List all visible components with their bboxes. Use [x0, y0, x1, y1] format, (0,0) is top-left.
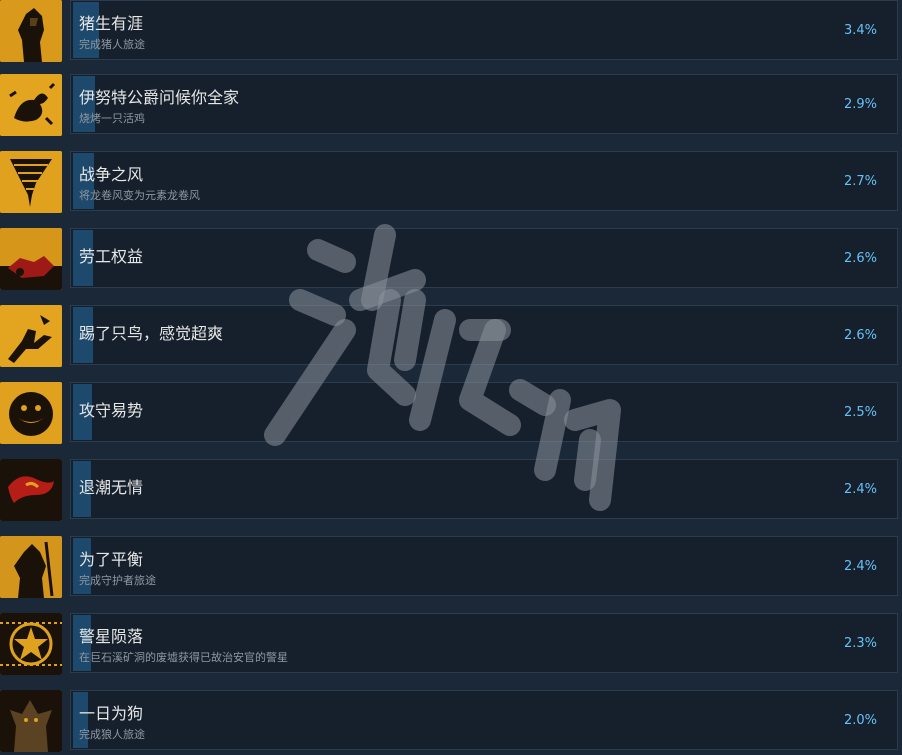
achievement-panel: 战争之风将龙卷风变为元素龙卷风 2.7%: [70, 151, 898, 211]
achievement-row[interactable]: 警星陨落在巨石溪矿洞的废墟获得已故治安官的警星 2.3%: [0, 613, 902, 683]
achievement-row[interactable]: 一日为狗完成狼人旅途 2.0%: [0, 690, 902, 755]
achievement-panel: 警星陨落在巨石溪矿洞的废墟获得已故治安官的警星 2.3%: [70, 613, 898, 673]
achievement-description: 完成狼人旅途: [79, 728, 145, 741]
achievement-title: 攻守易势: [79, 401, 144, 420]
beast-head-icon: [0, 382, 62, 444]
unlock-percent: 2.0%: [843, 713, 877, 728]
tornado-icon: [0, 151, 62, 213]
unlock-percent: 2.9%: [843, 97, 877, 112]
red-wave-icon: [0, 459, 62, 521]
achievement-title: 警星陨落: [79, 627, 144, 646]
sheriff-star-icon: [0, 613, 62, 675]
achievement-row[interactable]: 猪生有涯完成猪人旅途 3.4%: [0, 0, 902, 70]
achievement-panel: 劳工权益 2.6%: [70, 228, 898, 288]
achievement-title: 伊努特公爵问候你全家: [79, 88, 240, 107]
achievement-row[interactable]: 为了平衡完成守护者旅途 2.4%: [0, 536, 902, 606]
achievement-panel: 攻守易势 2.5%: [70, 382, 898, 442]
unlock-percent: 2.4%: [843, 559, 877, 574]
kick-bird-icon: [0, 305, 62, 367]
achievement-row[interactable]: 退潮无情 2.4%: [0, 459, 902, 529]
broken-machine-icon: [0, 228, 62, 290]
achievement-description: 将龙卷风变为元素龙卷风: [79, 189, 200, 202]
achievement-row[interactable]: 踢了只鸟，感觉超爽 2.6%: [0, 305, 902, 375]
achievement-panel: 猪生有涯完成猪人旅途 3.4%: [70, 0, 898, 60]
unlock-percent: 2.5%: [843, 405, 877, 420]
achievement-title: 为了平衡: [79, 550, 144, 569]
achievement-panel: 踢了只鸟，感觉超爽 2.6%: [70, 305, 898, 365]
achievement-title: 一日为狗: [79, 704, 144, 723]
achievement-panel: 伊努特公爵问候你全家烧烤一只活鸡 2.9%: [70, 74, 898, 134]
burning-chicken-icon: [0, 74, 62, 136]
achievement-title: 退潮无情: [79, 478, 144, 497]
achievement-description: 完成守护者旅途: [79, 574, 156, 587]
achievement-panel: 退潮无情 2.4%: [70, 459, 898, 519]
unlock-percent: 2.3%: [843, 636, 877, 651]
achievement-panel: 一日为狗完成狼人旅途 2.0%: [70, 690, 898, 750]
guardian-warrior-icon: [0, 536, 62, 598]
achievement-title: 劳工权益: [79, 247, 144, 266]
unlock-percent: 2.6%: [843, 251, 877, 266]
achievement-title: 踢了只鸟，感觉超爽: [79, 324, 224, 343]
achievement-description: 烧烤一只活鸡: [79, 112, 145, 125]
achievement-row[interactable]: 战争之风将龙卷风变为元素龙卷风 2.7%: [0, 151, 902, 221]
achievement-description: 在巨石溪矿洞的废墟获得已故治安官的警星: [79, 651, 288, 664]
unlock-percent: 3.4%: [843, 23, 877, 38]
achievement-title: 猪生有涯: [79, 14, 144, 33]
unlock-percent: 2.6%: [843, 328, 877, 343]
achievement-row[interactable]: 攻守易势 2.5%: [0, 382, 902, 452]
unlock-percent: 2.4%: [843, 482, 877, 497]
achievement-row[interactable]: 劳工权益 2.6%: [0, 228, 902, 298]
achievement-list: 猪生有涯完成猪人旅途 3.4% 伊努特公爵问候你全家烧烤一只活鸡 2.9% 战争之风将龙…: [0, 0, 902, 755]
achievement-description: 完成猪人旅途: [79, 38, 145, 51]
boar-warrior-icon: [0, 0, 62, 62]
achievement-title: 战争之风: [79, 165, 144, 184]
unlock-percent: 2.7%: [843, 174, 877, 189]
achievement-row[interactable]: 伊努特公爵问候你全家烧烤一只活鸡 2.9%: [0, 74, 902, 144]
wolf-warrior-icon: [0, 690, 62, 752]
achievement-panel: 为了平衡完成守护者旅途 2.4%: [70, 536, 898, 596]
